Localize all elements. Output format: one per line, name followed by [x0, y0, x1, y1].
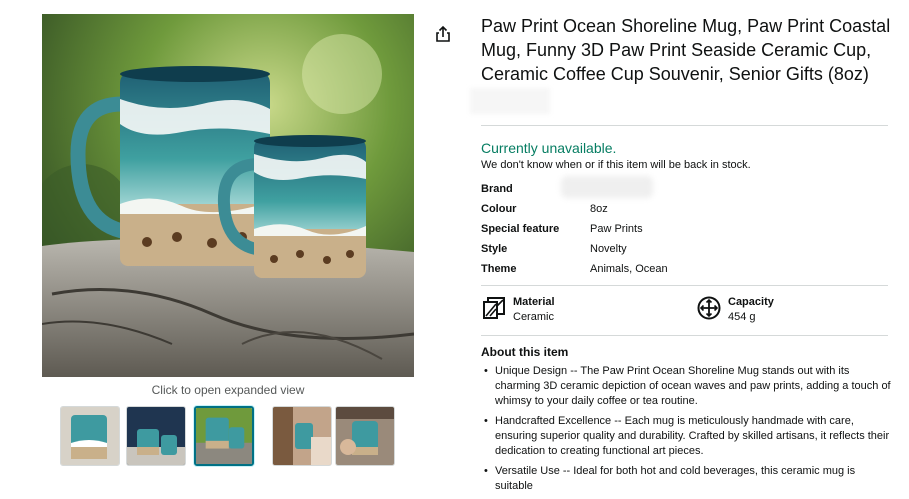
- about-bullet: Unique Design -- The Paw Print Ocean Sho…: [481, 364, 891, 409]
- specs-divider: [481, 285, 888, 286]
- thumbnail-2[interactable]: [126, 406, 186, 466]
- material-icon: [483, 297, 505, 319]
- spec-value: Paw Prints: [590, 223, 643, 235]
- about-bullet-list: Unique Design -- The Paw Print Ocean Sho…: [481, 364, 891, 499]
- spec-row-brand: Brand: [481, 176, 881, 202]
- spec-key: Colour: [481, 203, 517, 215]
- main-product-image[interactable]: [42, 14, 414, 377]
- spec-row-special-feature: Special feature Paw Prints: [481, 222, 881, 242]
- spec-row-colour: Colour 8oz: [481, 202, 881, 222]
- spec-value: Novelty: [590, 243, 627, 255]
- brand-redaction: [561, 176, 653, 198]
- spec-value: Animals, Ocean: [590, 263, 668, 275]
- feature-material: Material Ceramic: [482, 296, 662, 324]
- capacity-icon: [697, 296, 721, 320]
- availability-status: Currently unavailable.: [481, 140, 617, 156]
- spec-key: Brand: [481, 183, 513, 195]
- expand-image-caption[interactable]: Click to open expanded view: [42, 383, 414, 397]
- about-bullet: Handcrafted Excellence -- Each mug is me…: [481, 414, 891, 459]
- thumbnail-5[interactable]: [335, 406, 395, 466]
- availability-note: We don't know when or if this item will …: [481, 159, 751, 171]
- spec-key: Special feature: [481, 223, 560, 235]
- features-divider: [481, 335, 888, 336]
- spec-key: Style: [481, 243, 508, 255]
- spec-key: Theme: [481, 263, 517, 275]
- about-section-title: About this item: [481, 345, 569, 359]
- feature-value: 454 g: [728, 311, 756, 323]
- title-divider: [481, 125, 888, 126]
- thumbnail-3[interactable]: [194, 406, 254, 466]
- product-specs-table: Brand Colour 8oz Special feature Paw Pri…: [481, 176, 881, 282]
- feature-label: Material: [513, 296, 555, 308]
- mug-photo: [42, 14, 414, 377]
- about-bullet: Versatile Use -- Ideal for both hot and …: [481, 464, 891, 494]
- spec-row-style: Style Novelty: [481, 242, 881, 262]
- thumbnail-4[interactable]: [272, 406, 332, 466]
- feature-capacity: Capacity 454 g: [697, 296, 877, 324]
- spec-row-theme: Theme Animals, Ocean: [481, 262, 881, 282]
- thumbnail-1[interactable]: [60, 406, 120, 466]
- spec-value: 8oz: [590, 203, 608, 215]
- product-title: Paw Print Ocean Shoreline Mug, Paw Print…: [481, 16, 891, 84]
- feature-value: Ceramic: [513, 311, 554, 323]
- title-redaction: [470, 88, 550, 114]
- share-icon[interactable]: [434, 25, 452, 43]
- feature-label: Capacity: [728, 296, 774, 308]
